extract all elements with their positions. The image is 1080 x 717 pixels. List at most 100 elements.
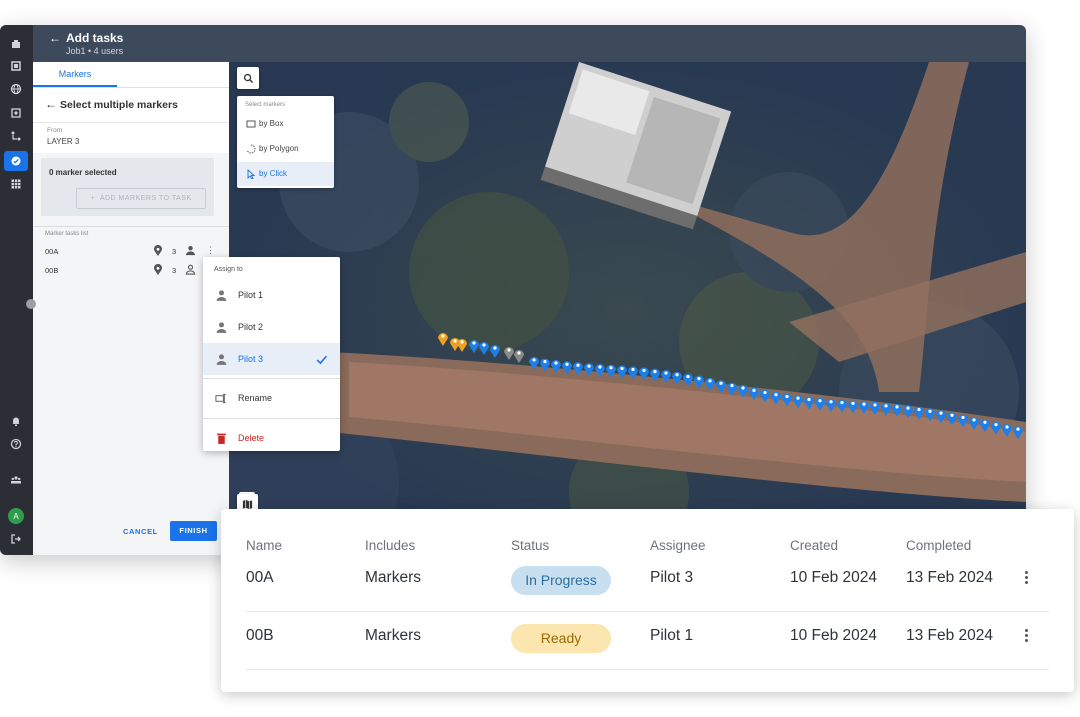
select-by-box[interactable]: by Box <box>237 112 334 136</box>
status-badge: Ready <box>511 624 611 653</box>
marker-pin-icon[interactable] <box>771 391 781 405</box>
marker-pin-icon[interactable] <box>479 342 489 355</box>
divider <box>203 418 340 419</box>
marker-pin-icon[interactable] <box>628 366 638 380</box>
marker-pin-icon[interactable] <box>573 362 583 376</box>
help-icon[interactable] <box>8 436 24 452</box>
target-icon[interactable] <box>8 105 24 121</box>
select-by-polygon-label: by Polygon <box>259 144 299 153</box>
menu-item-delete[interactable]: Delete <box>203 422 340 454</box>
marker-pin-icon[interactable] <box>490 345 500 358</box>
list-item[interactable]: 00B 3 <box>45 264 221 278</box>
marker-pin-icon[interactable] <box>782 393 792 407</box>
marker-pin-icon[interactable] <box>760 389 770 403</box>
marker-pin-icon[interactable] <box>469 340 479 353</box>
marker-pin-icon[interactable] <box>606 364 616 378</box>
cancel-button[interactable]: CANCEL <box>123 527 158 536</box>
marker-pin-icon[interactable] <box>514 350 524 363</box>
marker-pin-icon[interactable] <box>683 373 693 387</box>
task-completed: 13 Feb 2024 <box>906 627 994 644</box>
more-vert-icon[interactable] <box>1025 571 1029 586</box>
menu-item-pilot-2[interactable]: Pilot 2 <box>203 311 340 343</box>
marker-pin-icon[interactable] <box>837 399 847 413</box>
marker-pin-icon[interactable] <box>504 347 514 360</box>
marker-pin-icon[interactable] <box>749 387 759 401</box>
layers-icon[interactable] <box>8 58 24 74</box>
add-markers-button[interactable]: + ADD MARKERS TO TASK <box>76 188 206 209</box>
from-label: From <box>47 127 63 134</box>
marker-pin-icon[interactable] <box>859 401 869 415</box>
collapse-handle[interactable] <box>26 299 36 309</box>
box-select-icon <box>246 120 256 128</box>
marker-pin-icon[interactable] <box>793 395 803 409</box>
marker-pin-icon[interactable] <box>694 375 704 389</box>
marker-pin-icon[interactable] <box>639 367 649 381</box>
menu-item-pilot-3[interactable]: Pilot 3 <box>203 343 340 375</box>
marker-pin-icon[interactable] <box>870 401 880 415</box>
marker-pin-icon[interactable] <box>551 360 561 374</box>
avatar[interactable]: A <box>8 508 24 524</box>
team-icon[interactable] <box>8 472 24 488</box>
arrow-left-icon[interactable]: ← <box>49 31 61 45</box>
marker-pin-icon[interactable] <box>903 405 913 419</box>
marker-pin-icon[interactable] <box>562 361 572 375</box>
marker-pin-icon[interactable] <box>617 365 627 379</box>
marker-pin-icon[interactable] <box>457 339 467 352</box>
back-arrow-icon[interactable]: ← <box>45 97 57 111</box>
markers-panel: Markers ← Select multiple markers From L… <box>33 62 230 555</box>
grid-icon[interactable] <box>8 176 24 192</box>
marker-pin-icon[interactable] <box>925 408 935 422</box>
marker-pin-icon[interactable] <box>584 363 594 377</box>
marker-pin-icon[interactable] <box>826 398 836 412</box>
drone-icon[interactable] <box>8 36 24 52</box>
marker-pin-icon[interactable] <box>947 412 957 426</box>
marker-pin-icon[interactable] <box>727 382 737 396</box>
marker-pin-icon[interactable] <box>672 371 682 385</box>
marker-pin-icon[interactable] <box>1013 426 1023 440</box>
marker-pin-icon[interactable] <box>804 396 814 410</box>
list-item[interactable]: 00A 3 ⋮ <box>45 245 221 259</box>
select-by-polygon[interactable]: by Polygon <box>237 137 334 161</box>
marker-pin-icon[interactable] <box>540 358 550 372</box>
tab-markers[interactable]: Markers <box>33 62 117 87</box>
user-icon <box>185 246 196 256</box>
marker-layer[interactable] <box>229 62 1026 555</box>
route-icon[interactable] <box>8 128 24 144</box>
page-title: Add tasks <box>66 31 124 45</box>
marker-pin-icon[interactable] <box>914 406 924 420</box>
marker-pin-icon[interactable] <box>881 402 891 416</box>
marker-pin-icon[interactable] <box>892 403 902 417</box>
select-by-click[interactable]: by Click <box>237 162 334 186</box>
marker-pin-icon[interactable] <box>848 400 858 414</box>
menu-item-rename[interactable]: Rename <box>203 382 340 414</box>
task-created: 10 Feb 2024 <box>790 627 878 644</box>
finish-button[interactable]: FINISH <box>170 521 217 541</box>
rename-icon <box>215 393 226 404</box>
marker-pin-icon[interactable] <box>980 419 990 433</box>
marker-pin-icon[interactable] <box>936 410 946 424</box>
marker-pin-icon[interactable] <box>991 421 1001 435</box>
marker-pin-icon[interactable] <box>661 370 671 384</box>
marker-pin-icon[interactable] <box>650 368 660 382</box>
satellite-map[interactable]: Select markers by Box by Polygon by Clic… <box>229 62 1026 555</box>
marker-pin-icon[interactable] <box>705 377 715 391</box>
bell-icon[interactable] <box>8 413 24 429</box>
marker-pin-icon[interactable] <box>815 397 825 411</box>
search-icon[interactable] <box>237 67 259 89</box>
marker-pin-icon[interactable] <box>529 356 539 370</box>
logout-icon[interactable] <box>8 531 24 547</box>
tasks-icon[interactable] <box>4 151 28 171</box>
marker-pin-icon[interactable] <box>969 416 979 430</box>
marker-pin-icon[interactable] <box>1002 423 1012 437</box>
marker-pin-icon[interactable] <box>958 414 968 428</box>
globe-icon[interactable] <box>8 81 24 97</box>
select-menu-heading: Select markers <box>245 102 286 108</box>
marker-pin-icon[interactable] <box>716 380 726 394</box>
marker-pin-icon[interactable] <box>438 333 448 346</box>
marker-name: 00B <box>45 266 59 275</box>
more-vert-icon[interactable] <box>1025 629 1029 644</box>
marker-pin-icon[interactable] <box>738 385 748 399</box>
marker-pin-icon[interactable] <box>595 363 605 377</box>
more-vert-icon[interactable]: ⋮ <box>206 246 215 255</box>
menu-item-pilot-1[interactable]: Pilot 1 <box>203 279 340 311</box>
